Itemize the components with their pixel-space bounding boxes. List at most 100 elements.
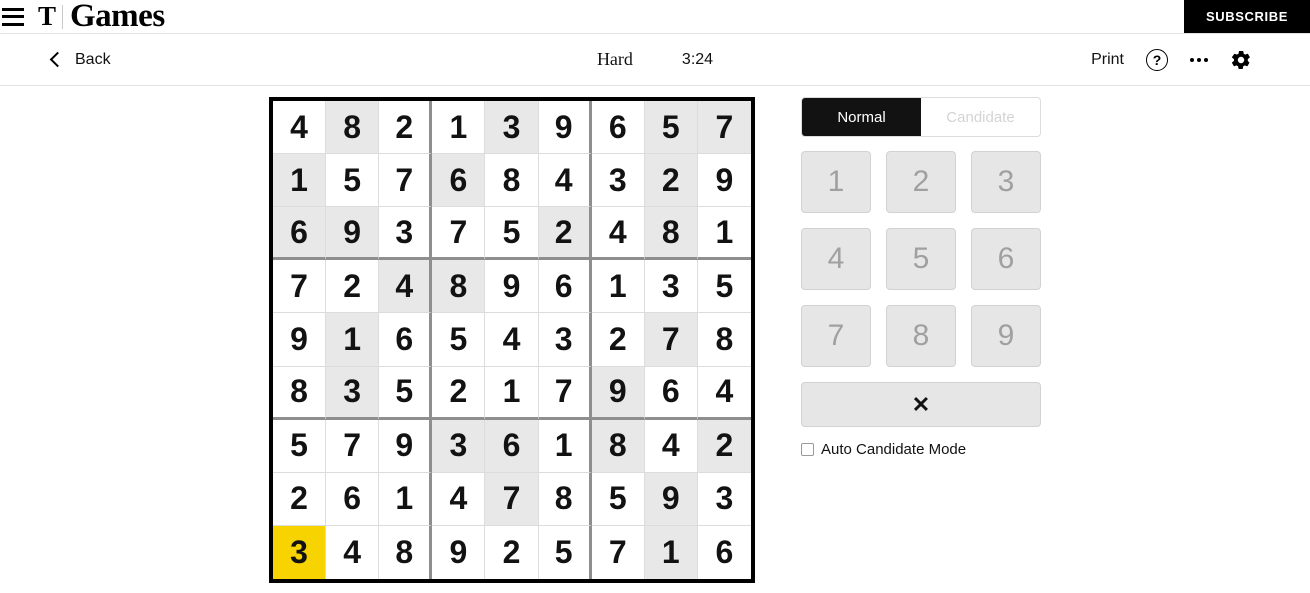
sudoku-cell-r2c4[interactable]: 6 bbox=[432, 154, 486, 208]
numpad-button-6[interactable]: 6 bbox=[971, 228, 1041, 290]
sudoku-cell-r7c1[interactable]: 5 bbox=[273, 419, 327, 473]
sudoku-cell-r2c3[interactable]: 7 bbox=[379, 154, 433, 208]
sudoku-cell-r3c1[interactable]: 6 bbox=[273, 207, 327, 261]
sudoku-cell-r8c1[interactable]: 2 bbox=[273, 472, 327, 526]
ellipsis-icon[interactable] bbox=[1190, 49, 1208, 71]
sudoku-cell-r2c6[interactable]: 4 bbox=[538, 154, 592, 208]
sudoku-cell-r3c3[interactable]: 3 bbox=[379, 207, 433, 261]
sudoku-cell-r8c6[interactable]: 8 bbox=[538, 472, 592, 526]
sudoku-cell-r3c7[interactable]: 4 bbox=[591, 207, 645, 261]
sudoku-cell-r2c5[interactable]: 8 bbox=[485, 154, 539, 208]
numpad-button-4[interactable]: 4 bbox=[801, 228, 871, 290]
sudoku-cell-r1c4[interactable]: 1 bbox=[432, 101, 486, 155]
sudoku-cell-r4c5[interactable]: 9 bbox=[485, 260, 539, 314]
sudoku-cell-r9c4[interactable]: 9 bbox=[432, 525, 486, 579]
numpad-button-1[interactable]: 1 bbox=[801, 151, 871, 213]
sudoku-cell-r4c8[interactable]: 3 bbox=[644, 260, 698, 314]
sudoku-cell-r9c2[interactable]: 4 bbox=[326, 525, 380, 579]
sudoku-cell-r6c9[interactable]: 4 bbox=[697, 366, 751, 420]
sudoku-cell-r2c7[interactable]: 3 bbox=[591, 154, 645, 208]
sudoku-cell-r6c2[interactable]: 3 bbox=[326, 366, 380, 420]
sudoku-cell-r7c3[interactable]: 9 bbox=[379, 419, 433, 473]
question-mark-circle-icon[interactable]: ? bbox=[1146, 48, 1168, 71]
sudoku-cell-r1c5[interactable]: 3 bbox=[485, 101, 539, 155]
sudoku-cell-r4c3[interactable]: 4 bbox=[379, 260, 433, 314]
subscribe-button[interactable]: SUBSCRIBE bbox=[1184, 0, 1310, 33]
sudoku-cell-r8c8[interactable]: 9 bbox=[644, 472, 698, 526]
erase-button[interactable]: ✕ bbox=[801, 382, 1041, 427]
numpad-button-7[interactable]: 7 bbox=[801, 305, 871, 367]
auto-candidate-checkbox[interactable] bbox=[801, 443, 814, 456]
sudoku-cell-r1c8[interactable]: 5 bbox=[644, 101, 698, 155]
sudoku-cell-r8c7[interactable]: 5 bbox=[591, 472, 645, 526]
sudoku-cell-r8c3[interactable]: 1 bbox=[379, 472, 433, 526]
sudoku-cell-r1c6[interactable]: 9 bbox=[538, 101, 592, 155]
sudoku-cell-r3c6[interactable]: 2 bbox=[538, 207, 592, 261]
sudoku-cell-r7c5[interactable]: 6 bbox=[485, 419, 539, 473]
sudoku-cell-r7c2[interactable]: 7 bbox=[326, 419, 380, 473]
sudoku-cell-r9c9[interactable]: 6 bbox=[697, 525, 751, 579]
sudoku-cell-r1c2[interactable]: 8 bbox=[326, 101, 380, 155]
sudoku-cell-r7c6[interactable]: 1 bbox=[538, 419, 592, 473]
sudoku-cell-r1c9[interactable]: 7 bbox=[697, 101, 751, 155]
sudoku-cell-r5c6[interactable]: 3 bbox=[538, 313, 592, 367]
gear-icon[interactable] bbox=[1230, 49, 1252, 71]
sudoku-cell-r4c7[interactable]: 1 bbox=[591, 260, 645, 314]
sudoku-grid[interactable]: 4821396571576843296937524817248961359165… bbox=[269, 97, 755, 583]
number-pad[interactable]: 123 456 789 bbox=[801, 151, 1041, 367]
sudoku-cell-r6c3[interactable]: 5 bbox=[379, 366, 433, 420]
sudoku-cell-r9c8[interactable]: 1 bbox=[644, 525, 698, 579]
numpad-button-2[interactable]: 2 bbox=[886, 151, 956, 213]
auto-candidate-row[interactable]: Auto Candidate Mode bbox=[801, 441, 1041, 458]
sudoku-cell-r2c9[interactable]: 9 bbox=[697, 154, 751, 208]
sudoku-cell-r6c5[interactable]: 1 bbox=[485, 366, 539, 420]
sudoku-cell-r4c6[interactable]: 6 bbox=[538, 260, 592, 314]
sudoku-cell-r8c9[interactable]: 3 bbox=[697, 472, 751, 526]
sudoku-cell-r8c5[interactable]: 7 bbox=[485, 472, 539, 526]
sudoku-cell-r2c2[interactable]: 5 bbox=[326, 154, 380, 208]
sudoku-cell-r1c1[interactable]: 4 bbox=[273, 101, 327, 155]
sudoku-cell-r3c8[interactable]: 8 bbox=[644, 207, 698, 261]
sudoku-cell-r5c7[interactable]: 2 bbox=[591, 313, 645, 367]
numpad-button-5[interactable]: 5 bbox=[886, 228, 956, 290]
sudoku-cell-r2c8[interactable]: 2 bbox=[644, 154, 698, 208]
sudoku-cell-r1c7[interactable]: 6 bbox=[591, 101, 645, 155]
sudoku-cell-r6c1[interactable]: 8 bbox=[273, 366, 327, 420]
sudoku-cell-r4c4[interactable]: 8 bbox=[432, 260, 486, 314]
sudoku-cell-r5c8[interactable]: 7 bbox=[644, 313, 698, 367]
sudoku-cell-r5c4[interactable]: 5 bbox=[432, 313, 486, 367]
sudoku-cell-r6c8[interactable]: 6 bbox=[644, 366, 698, 420]
numpad-button-9[interactable]: 9 bbox=[971, 305, 1041, 367]
sudoku-cell-r9c3[interactable]: 8 bbox=[379, 525, 433, 579]
numpad-button-3[interactable]: 3 bbox=[971, 151, 1041, 213]
sudoku-cell-r9c5[interactable]: 2 bbox=[485, 525, 539, 579]
mode-normal-button[interactable]: Normal bbox=[802, 98, 921, 136]
brand-lockup[interactable]: T Games bbox=[38, 0, 165, 33]
timer-display[interactable]: 3:24 bbox=[682, 51, 713, 69]
sudoku-cell-r5c3[interactable]: 6 bbox=[379, 313, 433, 367]
sudoku-cell-r7c7[interactable]: 8 bbox=[591, 419, 645, 473]
sudoku-cell-r5c2[interactable]: 1 bbox=[326, 313, 380, 367]
sudoku-cell-r3c4[interactable]: 7 bbox=[432, 207, 486, 261]
sudoku-cell-r2c1[interactable]: 1 bbox=[273, 154, 327, 208]
sudoku-cell-r9c1[interactable]: 3 bbox=[273, 525, 327, 579]
sudoku-cell-r3c9[interactable]: 1 bbox=[697, 207, 751, 261]
sudoku-cell-r9c6[interactable]: 5 bbox=[538, 525, 592, 579]
sudoku-cell-r5c5[interactable]: 4 bbox=[485, 313, 539, 367]
sudoku-cell-r6c7[interactable]: 9 bbox=[591, 366, 645, 420]
sudoku-cell-r7c9[interactable]: 2 bbox=[697, 419, 751, 473]
sudoku-cell-r8c4[interactable]: 4 bbox=[432, 472, 486, 526]
print-button[interactable]: Print bbox=[1091, 51, 1124, 69]
numpad-button-8[interactable]: 8 bbox=[886, 305, 956, 367]
sudoku-cell-r3c2[interactable]: 9 bbox=[326, 207, 380, 261]
sudoku-cell-r7c8[interactable]: 4 bbox=[644, 419, 698, 473]
sudoku-cell-r8c2[interactable]: 6 bbox=[326, 472, 380, 526]
mode-candidate-button[interactable]: Candidate bbox=[921, 98, 1040, 136]
sudoku-cell-r6c6[interactable]: 7 bbox=[538, 366, 592, 420]
hamburger-menu-icon[interactable] bbox=[2, 7, 24, 26]
sudoku-cell-r5c1[interactable]: 9 bbox=[273, 313, 327, 367]
sudoku-cell-r6c4[interactable]: 2 bbox=[432, 366, 486, 420]
sudoku-cell-r1c3[interactable]: 2 bbox=[379, 101, 433, 155]
sudoku-cell-r4c1[interactable]: 7 bbox=[273, 260, 327, 314]
sudoku-cell-r3c5[interactable]: 5 bbox=[485, 207, 539, 261]
